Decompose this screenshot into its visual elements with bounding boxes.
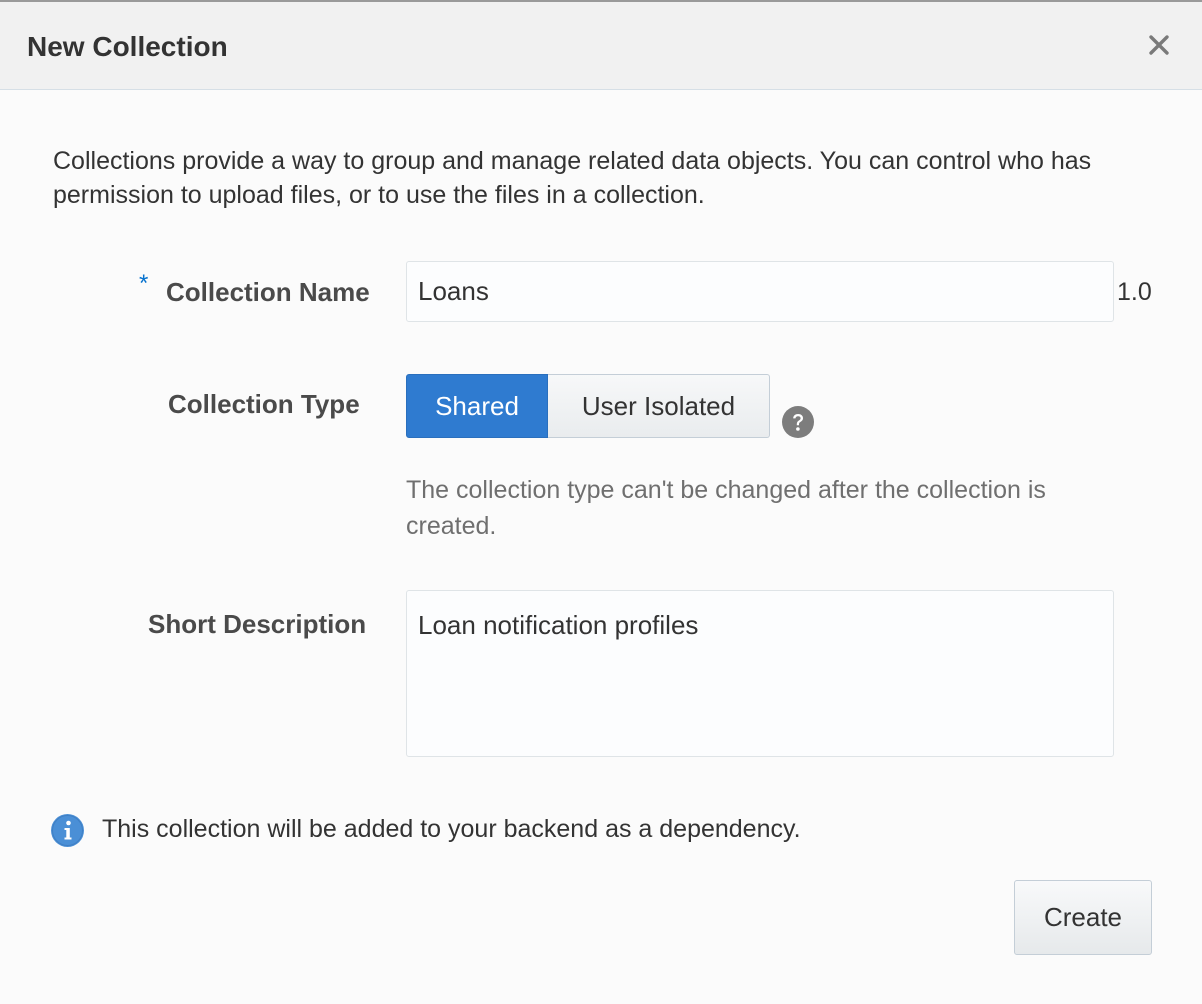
shared-option-button[interactable]: Shared	[406, 374, 548, 438]
version-text: 1.0	[1117, 278, 1152, 306]
user-isolated-option-button[interactable]: User Isolated	[548, 374, 770, 438]
close-icon[interactable]	[1146, 32, 1172, 58]
dialog-header: New Collection	[0, 2, 1202, 90]
collection-name-label: Collection Name	[166, 277, 370, 307]
dependency-info-text: This collection will be added to your ba…	[102, 815, 801, 843]
short-description-textarea[interactable]: Loan notification profiles	[406, 590, 1114, 757]
question-circle-icon[interactable]	[782, 406, 814, 438]
collection-type-label: Collection Type	[168, 389, 360, 419]
collection-type-hint: The collection type can't be changed aft…	[406, 476, 1046, 540]
info-circle-icon	[51, 814, 84, 847]
required-marker: *	[139, 270, 149, 297]
short-description-label: Short Description	[148, 609, 367, 639]
collection-type-toggle: Shared User Isolated	[406, 374, 770, 438]
create-button[interactable]: Create	[1014, 880, 1152, 955]
dialog-title: New Collection	[27, 31, 228, 62]
new-collection-dialog: New Collection Collections provide a way…	[0, 0, 1202, 1004]
collection-name-input[interactable]	[406, 261, 1114, 322]
intro-text: Collections provide a way to group and m…	[53, 147, 1092, 209]
